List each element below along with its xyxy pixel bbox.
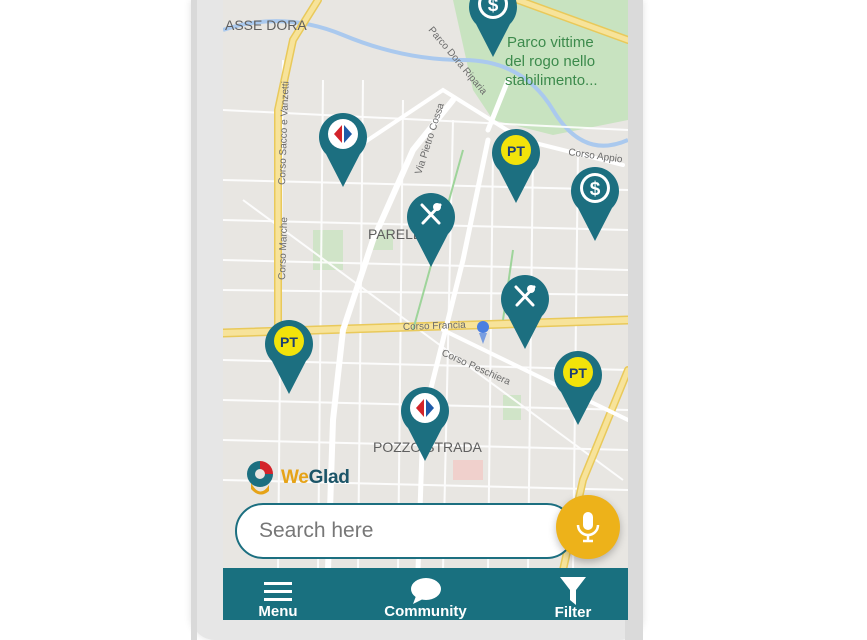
svg-text:$: $	[488, 0, 499, 16]
nav-item-community[interactable]: Community	[371, 568, 481, 620]
logo-text-we: We	[281, 467, 309, 488]
microphone-icon	[576, 512, 600, 543]
money-icon[interactable]: $	[468, 0, 518, 58]
marker-label: PT	[280, 334, 298, 350]
chat-bubble-icon	[410, 577, 441, 604]
svg-text:$: $	[590, 179, 601, 200]
microphone-button[interactable]	[556, 495, 620, 559]
logo-icon	[247, 461, 273, 495]
filter-icon	[560, 577, 586, 605]
park-label-line2: del rogo nello	[505, 53, 595, 70]
bottom-navigation: Menu Community Filter	[223, 568, 628, 620]
carrefour-icon[interactable]	[400, 384, 450, 462]
menu-icon	[264, 581, 292, 601]
district-label-top: ASSE DORA	[225, 17, 307, 33]
street-label-francia: Corso Francia	[403, 320, 467, 333]
nav-item-filter[interactable]: Filter	[518, 568, 628, 620]
search-input[interactable]	[235, 503, 575, 559]
carrefour-icon[interactable]	[318, 110, 368, 188]
park-label-line1: Parco vittime	[507, 34, 594, 51]
nav-label-filter: Filter	[554, 604, 592, 620]
restaurant-icon[interactable]	[500, 272, 550, 350]
nav-label-menu: Menu	[258, 603, 298, 620]
marker-label: PT	[569, 365, 587, 381]
marker-label: PT	[507, 143, 525, 159]
post-office-icon[interactable]: PT	[264, 317, 314, 395]
restaurant-icon[interactable]	[406, 190, 456, 268]
nav-item-menu[interactable]: Menu	[223, 568, 333, 620]
street-label-marche: Corso Marche	[277, 217, 290, 281]
post-office-icon[interactable]: PT	[491, 126, 541, 204]
park-label-line3: stabilimento...	[505, 72, 598, 89]
nav-label-community: Community	[384, 603, 467, 620]
app-screen: ASSE DORA PARELLA POZZO STRADA Parco vit…	[223, 0, 628, 620]
logo-text-glad: Glad	[308, 467, 350, 488]
money-icon[interactable]: $	[570, 164, 620, 242]
post-office-icon[interactable]: PT	[553, 348, 603, 426]
user-location-icon	[477, 321, 489, 344]
weglad-logo: WeGlad	[245, 458, 350, 498]
